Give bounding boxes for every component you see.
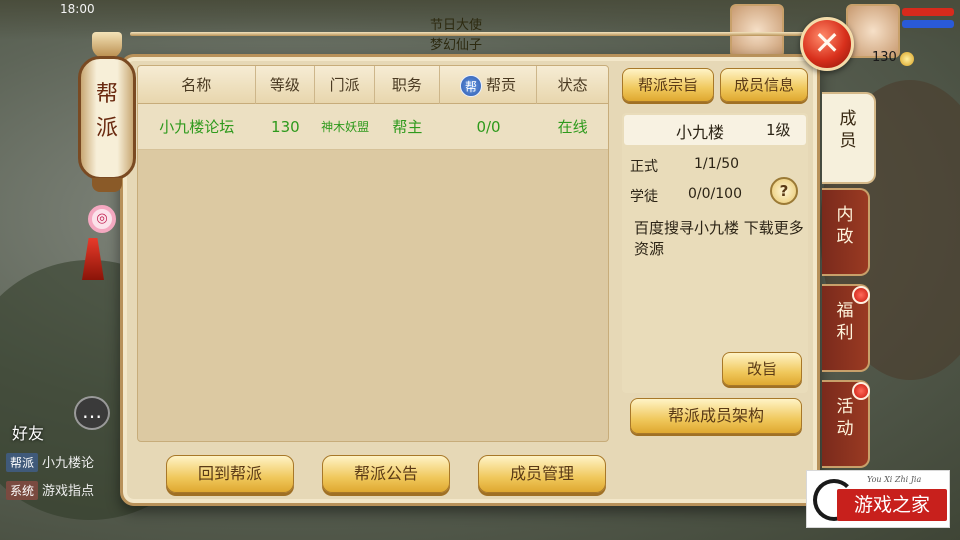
- formal-label: 正式: [630, 159, 658, 175]
- lantern-cap: [92, 32, 122, 58]
- friends-button[interactable]: 好友: [12, 420, 44, 444]
- apprentice-count: 0/0/100: [688, 186, 742, 202]
- tab-members[interactable]: 成员: [822, 92, 876, 184]
- col-school[interactable]: 门派: [315, 66, 375, 104]
- coin-icon: [900, 52, 914, 66]
- close-icon[interactable]: ✕: [800, 17, 854, 71]
- cell-level: 130: [271, 118, 300, 136]
- cell-role: 帮主: [392, 118, 423, 136]
- cell-status: 在线: [557, 118, 588, 136]
- lantern-bottom: [92, 178, 122, 192]
- cell-school: 神木妖盟: [321, 120, 370, 134]
- cell-contribution: 0/0: [476, 118, 501, 136]
- guild-purpose-text: 百度搜寻小九楼 下载更多资源: [634, 219, 804, 258]
- guild-name: 小九楼: [676, 123, 725, 142]
- member-table: 名称 等级 门派 职务 帮帮贡 状态 小九楼论坛 130 神木妖盟 帮主 0/0…: [137, 65, 609, 442]
- col-status[interactable]: 状态: [537, 66, 608, 104]
- logo-text: 游戏之家: [837, 489, 947, 521]
- help-icon[interactable]: ?: [770, 177, 798, 205]
- apprentice-label: 学徒: [630, 189, 658, 205]
- member-structure-button[interactable]: 帮派成员架构: [630, 398, 802, 434]
- col-role[interactable]: 职务: [375, 66, 440, 104]
- panel-title: 帮派: [95, 82, 118, 141]
- cell-name: 小九楼论坛: [159, 118, 235, 136]
- chat-message: 小九楼论: [42, 456, 95, 471]
- tab-member-info[interactable]: 成员信息: [720, 68, 808, 102]
- notification-dot: [852, 286, 870, 304]
- logo-subtitle: You Xi Zhi Jia: [867, 475, 922, 484]
- col-level[interactable]: 等级: [256, 66, 316, 104]
- col-name[interactable]: 名称: [138, 66, 256, 104]
- status-time: 18:00: [60, 2, 95, 16]
- return-guild-button[interactable]: 回到帮派: [166, 455, 294, 493]
- guild-level: 1级: [766, 121, 791, 139]
- mp-bar: [902, 20, 954, 28]
- site-logo: You Xi Zhi Jia 游戏之家: [806, 470, 950, 528]
- chat-line[interactable]: 帮派 小九楼论: [6, 452, 94, 474]
- player-level: 130: [872, 50, 897, 65]
- charm-icon: ◎: [88, 205, 116, 233]
- tassel-icon: [82, 238, 104, 280]
- guild-title-bar: 小九楼 1级: [624, 115, 806, 145]
- notification-dot: [852, 382, 870, 400]
- chat-icon[interactable]: …: [74, 396, 110, 430]
- guild-announcement-button[interactable]: 帮派公告: [322, 455, 450, 493]
- tab-guild-purpose[interactable]: 帮派宗旨: [622, 68, 714, 102]
- table-row[interactable]: 小九楼论坛 130 神木妖盟 帮主 0/0 在线: [138, 104, 608, 150]
- formal-count: 1/1/50: [694, 156, 740, 172]
- chat-message: 游戏指点: [42, 484, 95, 499]
- tab-internal-affairs[interactable]: 内政: [822, 188, 870, 276]
- guild-badge-icon: 帮: [460, 74, 482, 97]
- chat-channel-tag: 系统: [6, 481, 39, 500]
- chat-line[interactable]: 系统 游戏指点: [6, 480, 94, 502]
- panel-header-ornament: [100, 12, 820, 52]
- col-contribution[interactable]: 帮帮贡: [440, 66, 538, 104]
- table-header: 名称 等级 门派 职务 帮帮贡 状态: [138, 66, 608, 104]
- member-management-button[interactable]: 成员管理: [478, 455, 606, 493]
- edit-purpose-button[interactable]: 改旨: [722, 352, 802, 386]
- chat-channel-tag: 帮派: [6, 453, 39, 472]
- hp-bar: [902, 8, 954, 16]
- col-contribution-label: 帮贡: [486, 76, 517, 94]
